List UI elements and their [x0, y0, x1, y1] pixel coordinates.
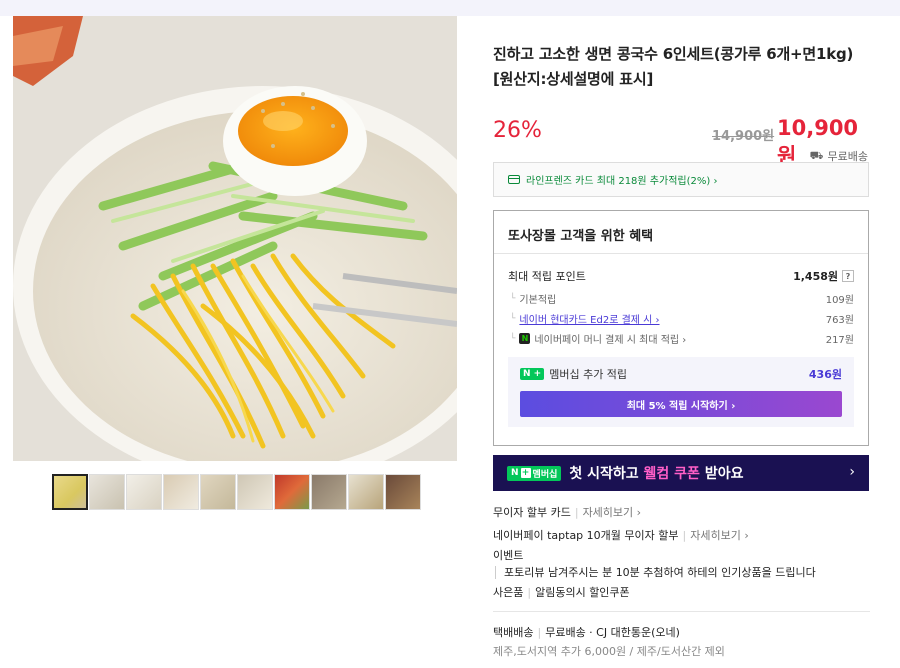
extra-fee: 제주,도서지역 추가 6,000원 / 제주/도서산간 제외 [493, 645, 725, 658]
thumbnail[interactable] [348, 474, 384, 510]
top-bar [0, 0, 900, 16]
membership-badge: N + 멤버십 [507, 465, 562, 481]
taptap-link[interactable]: 자세히보기 › [690, 529, 749, 542]
thumbnail[interactable] [126, 474, 162, 510]
thumbnail[interactable] [274, 474, 310, 510]
tree-branch-icon: └ [510, 293, 516, 304]
max-points-label: 최대 적립 포인트 [508, 270, 586, 283]
thumbnail[interactable] [237, 474, 273, 510]
divider [493, 611, 870, 612]
naver-plus-icon: N + [520, 368, 545, 380]
tree-branch-icon: └ [510, 313, 516, 324]
basic-points-label: 기본적립 [519, 295, 557, 306]
max-points-value: 1,458원 [793, 270, 838, 283]
npay-points-value: 217원 [825, 335, 854, 346]
benefit-row-npay: └ N 네이버페이 머니 결제 시 최대 적립 › 217원 [508, 331, 854, 346]
thumbnail[interactable] [52, 474, 88, 510]
basic-points-value: 109원 [825, 295, 854, 306]
benefit-row-basic: └ 기본적립 109원 [508, 291, 854, 307]
card-promo-banner[interactable]: 라인프렌즈 카드 최대 218원 추가적립(2%) › [493, 162, 869, 197]
gift-text: 알림동의시 할인쿠폰 [535, 586, 630, 599]
installment-card-line: 무이자 할부 카드 | 자세히보기 › [493, 506, 642, 519]
installment-card-label: 무이자 할부 카드 [493, 506, 571, 519]
banner-text-highlight: 웰컴 쿠폰 [643, 466, 700, 482]
membership-label: 멤버십 추가 적립 [549, 368, 628, 381]
membership-panel: N + 멤버십 추가 적립 436원 최대 5% 적립 시작하기 › [508, 357, 854, 427]
max-points-row: 최대 적립 포인트 1,458원 ? [508, 268, 854, 284]
product-title: 진하고 고소한 생면 콩국수 6인세트(콩가루 6개+면1kg) [원산지:상세… [493, 45, 854, 88]
event-line: 포토리뷰 남겨주시는 분 10분 추첨하여 하테의 인기상품을 드립니다 [493, 564, 816, 580]
plus-icon: + [520, 468, 531, 478]
card-points-value: 763원 [825, 315, 854, 326]
taptap-line: 네이버페이 taptap 10개월 무이자 할부 | 자세히보기 › [493, 529, 749, 542]
benefit-row-card: └ 네이버 현대카드 Ed2로 결제 시 › 763원 [508, 311, 854, 327]
tree-branch-icon: └ [510, 333, 516, 344]
credit-card-icon [508, 175, 520, 184]
delivery-line: 택배배송 | 무료배송 · CJ 대한통운(오네) [493, 626, 680, 639]
membership-badge-label: 멤버십 [532, 469, 558, 480]
installment-card-link[interactable]: 자세히보기 › [583, 506, 642, 519]
membership-row: N + 멤버십 추가 적립 436원 [520, 366, 842, 382]
naver-n-icon: N [511, 468, 519, 478]
banner-text-pre: 첫 시작하고 [569, 466, 644, 482]
benefit-title: 또사장몰 고객을 위한 혜택 [508, 229, 654, 244]
gift-label: 사은품 [493, 586, 524, 599]
thumbnail[interactable] [200, 474, 236, 510]
product-main-image[interactable] [13, 16, 457, 461]
hyundai-card-link[interactable]: 네이버 현대카드 Ed2로 결제 시 › [519, 311, 659, 326]
card-promo-text: 라인프렌즈 카드 최대 218원 추가적립(2%) › [526, 176, 718, 187]
npay-money-label[interactable]: 네이버페이 머니 결제 시 최대 적립 › [534, 331, 686, 346]
thumbnail[interactable] [163, 474, 199, 510]
start-earning-button[interactable]: 최대 5% 적립 시작하기 › [520, 391, 842, 417]
delivery-label: 택배배송 [493, 626, 534, 639]
gift-line: 사은품 | 알림동의시 할인쿠폰 [493, 586, 630, 599]
thumbnail[interactable] [385, 474, 421, 510]
taptap-label: 네이버페이 taptap 10개월 무이자 할부 [493, 529, 679, 542]
delivery-text: 무료배송 · CJ 대한통운(오네) [545, 626, 680, 639]
discount-rate: 26% [493, 118, 542, 143]
thumbnail-strip [52, 474, 421, 510]
membership-value: 436원 [808, 368, 842, 381]
help-button[interactable]: ? [842, 270, 854, 282]
benefit-box: 또사장몰 고객을 위한 혜택 최대 적립 포인트 1,458원 ? └ 기본적립 … [493, 210, 869, 446]
divider [494, 253, 868, 254]
chevron-right-icon: › [849, 464, 855, 480]
banner-text: 첫 시작하고 웰컴 쿠폰 받아요 [569, 463, 743, 483]
thumbnail[interactable] [311, 474, 347, 510]
thumbnail[interactable] [89, 474, 125, 510]
membership-coupon-banner[interactable]: N + 멤버십 첫 시작하고 웰컴 쿠폰 받아요 › [493, 455, 869, 491]
banner-text-post: 받아요 [699, 466, 744, 482]
event-text: 포토리뷰 남겨주시는 분 10분 추첨하여 하테의 인기상품을 드립니다 [495, 566, 816, 579]
original-price: 14,900원 [712, 129, 775, 144]
naverpay-icon: N [519, 333, 531, 344]
event-label: 이벤트 [493, 549, 524, 562]
